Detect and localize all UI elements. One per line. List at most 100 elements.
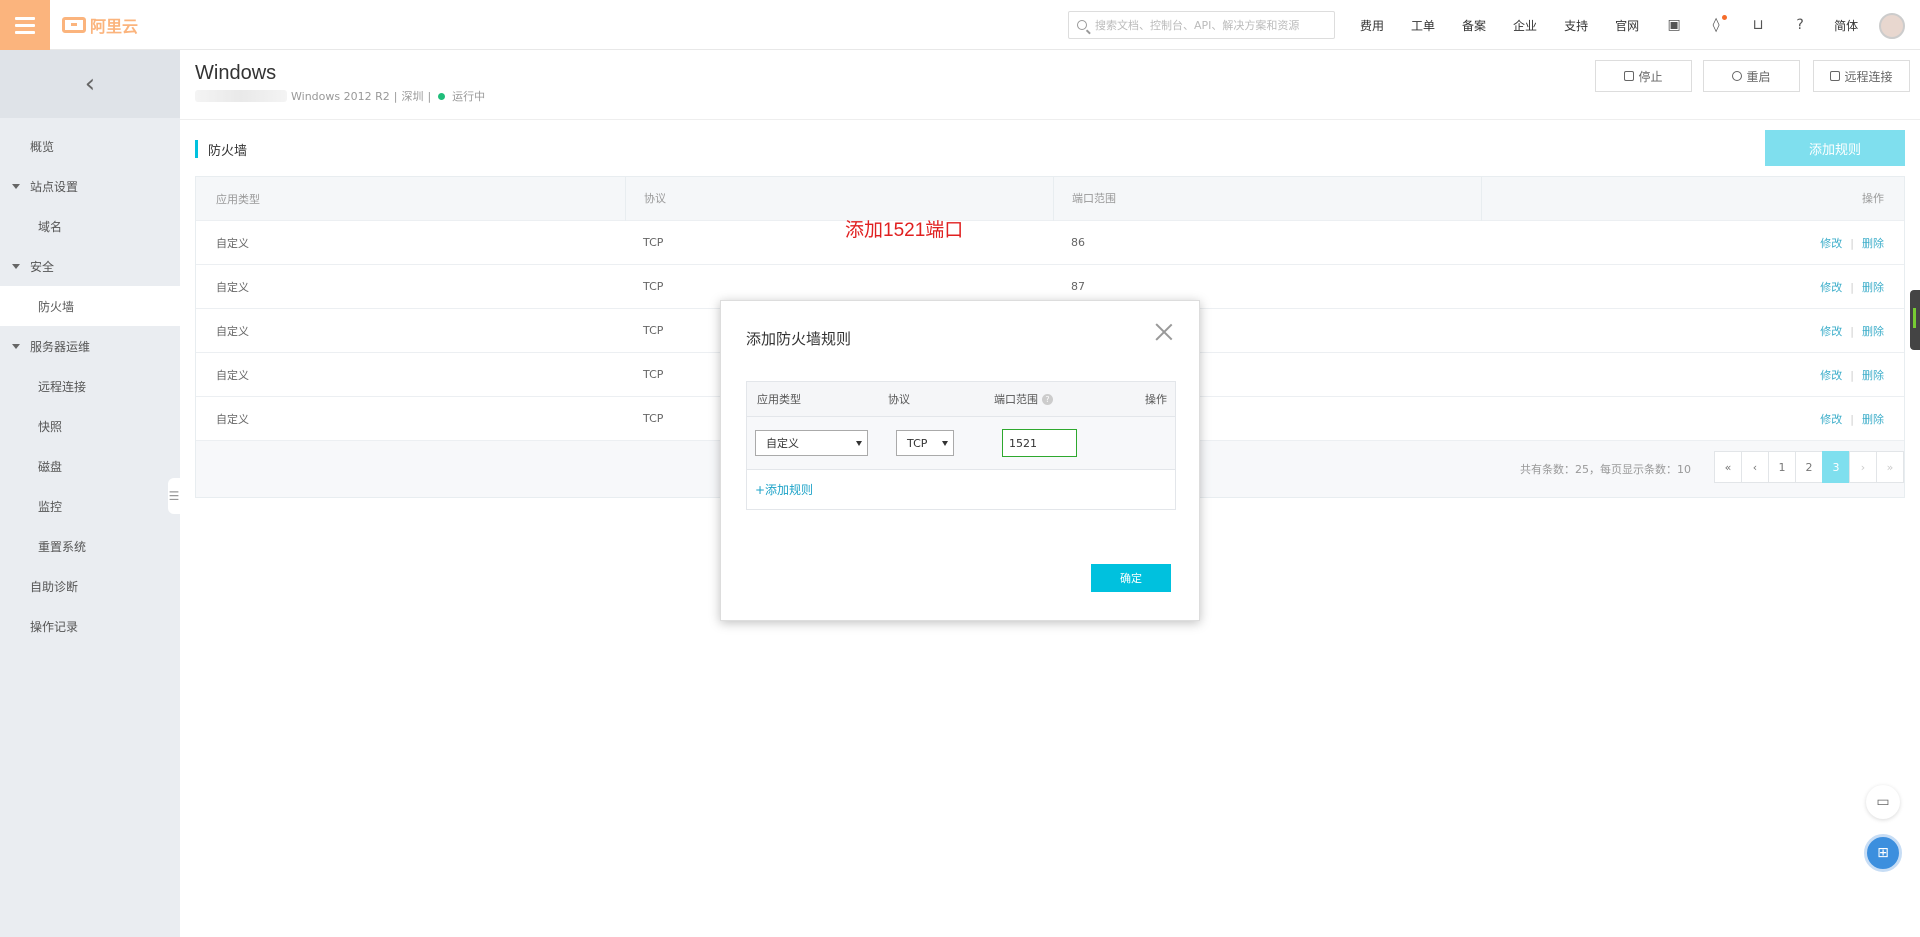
nav-tickets[interactable]: 工单 — [1411, 17, 1435, 34]
caret-down-icon — [12, 343, 20, 349]
help-icon[interactable]: ? — [1792, 17, 1808, 33]
add-firewall-rule-dialog: 添加防火墙规则 应用类型 协议 端口范围? 操作 自定义 TCP 1521 +添… — [720, 300, 1200, 621]
sidebar-group-security[interactable]: 安全 — [0, 246, 180, 286]
sidebar-item-self-diagnosis[interactable]: 自助诊断 — [0, 566, 180, 606]
dialog-table-header: 应用类型 协议 端口范围? 操作 — [747, 382, 1175, 416]
cell-app: 自定义 — [216, 412, 249, 426]
aliyun-logo[interactable]: 阿里云 — [62, 13, 138, 37]
hamburger-menu-button[interactable] — [0, 0, 50, 50]
add-rule-row-link[interactable]: +添加规则 — [747, 469, 1175, 509]
sidebar-item-overview[interactable]: 概览 — [0, 126, 180, 166]
sidebar-collapse-button[interactable]: ‹ — [0, 50, 180, 118]
protocol-value: TCP — [907, 436, 928, 450]
language-switch[interactable]: 简体 — [1834, 17, 1858, 34]
aliyun-logo-icon — [62, 17, 86, 33]
stop-label: 停止 — [1638, 69, 1663, 84]
sidebar-item-disk[interactable]: 磁盘 — [0, 446, 180, 486]
delete-link[interactable]: 删除 — [1862, 413, 1884, 426]
chevron-left-icon: ‹ — [84, 69, 96, 99]
edit-link[interactable]: 修改 — [1820, 369, 1842, 382]
apps-grid-icon[interactable]: ⊞ — [1864, 834, 1902, 872]
col-actions: 操作 — [1481, 176, 1904, 221]
cart-icon[interactable]: ⊔ — [1750, 17, 1766, 33]
action-separator: | — [1850, 412, 1854, 426]
delete-link[interactable]: 删除 — [1862, 237, 1884, 250]
page-next[interactable]: › — [1849, 451, 1877, 483]
global-search-input[interactable]: 搜索文档、控制台、API、解决方案和资源 — [1068, 11, 1335, 39]
delete-link[interactable]: 删除 — [1862, 325, 1884, 338]
stop-button[interactable]: 停止 — [1595, 60, 1692, 92]
edit-link[interactable]: 修改 — [1820, 237, 1842, 250]
app-type-value: 自定义 — [766, 437, 799, 450]
cell-actions: 修改 | 删除 — [1481, 411, 1904, 427]
sidebar-item-domain[interactable]: 域名 — [0, 206, 180, 246]
terminal-icon[interactable]: ▣ — [1666, 17, 1682, 33]
sidebar-item-remote-connect[interactable]: 远程连接 — [0, 366, 180, 406]
edit-link[interactable]: 修改 — [1820, 325, 1842, 338]
power-icon — [1732, 71, 1743, 81]
add-rule-button[interactable]: 添加规则 — [1765, 130, 1905, 166]
remote-connect-button[interactable]: 远程连接 — [1813, 60, 1910, 92]
page-1[interactable]: 1 — [1768, 451, 1796, 483]
stop-icon — [1624, 71, 1635, 81]
dlg-col-port-range: 端口范围? — [994, 391, 1114, 407]
sidebar-item-label: 磁盘 — [38, 459, 63, 474]
page-2[interactable]: 2 — [1795, 451, 1823, 483]
action-separator: | — [1850, 324, 1854, 338]
side-widget-tab[interactable] — [1910, 290, 1920, 350]
page-prev[interactable]: ‹ — [1741, 451, 1769, 483]
restart-button[interactable]: 重启 — [1703, 60, 1800, 92]
edit-link[interactable]: 修改 — [1820, 413, 1842, 426]
protocol-select[interactable]: TCP — [896, 430, 954, 456]
app-type-select[interactable]: 自定义 — [755, 430, 868, 456]
nav-billing[interactable]: 费用 — [1360, 17, 1384, 34]
sidebar-item-label: 重置系统 — [38, 539, 87, 554]
dlg-col-app-type: 应用类型 — [757, 393, 801, 406]
port-range-input[interactable]: 1521 — [1002, 429, 1077, 457]
instance-meta: Windows 2012 R2 | 深圳 | 运行中 — [195, 88, 485, 104]
page-3-current[interactable]: 3 — [1822, 451, 1850, 483]
question-icon[interactable]: ? — [1042, 393, 1053, 405]
confirm-button[interactable]: 确定 — [1091, 564, 1171, 592]
chat-icon[interactable]: ▭ — [1866, 785, 1900, 819]
pagination-info: 共有条数：25，每页显示条数：10 — [1520, 463, 1691, 476]
cell-app: 自定义 — [216, 280, 249, 294]
pagination: « ‹ 1 2 3 › » — [1714, 451, 1904, 483]
sidebar-item-reset-system[interactable]: 重置系统 — [0, 526, 180, 566]
notification-dot — [1722, 15, 1728, 20]
sidebar-group-site-settings[interactable]: 站点设置 — [0, 166, 180, 206]
sidebar-group-server-ops[interactable]: 服务器运维 — [0, 326, 180, 366]
dialog-rule-table: 应用类型 协议 端口范围? 操作 自定义 TCP 1521 +添加规则 — [746, 381, 1176, 510]
nav-official-site[interactable]: 官网 — [1615, 17, 1639, 34]
section-title: 防火墙 — [195, 140, 1905, 159]
top-nav-links: 费用 工单 备案 企业 支持 官网 ▣ ◊ ⊔ ? 简体 — [1360, 0, 1885, 50]
delete-link[interactable]: 删除 — [1862, 281, 1884, 294]
action-separator: | — [1850, 236, 1854, 250]
edit-link[interactable]: 修改 — [1820, 281, 1842, 294]
instance-status: 运行中 — [452, 90, 486, 103]
nav-enterprise[interactable]: 企业 — [1513, 17, 1537, 34]
sidebar-item-snapshot[interactable]: 快照 — [0, 406, 180, 446]
nav-support[interactable]: 支持 — [1564, 17, 1588, 34]
col-app-type: 应用类型 — [216, 192, 260, 206]
sidebar-item-monitor[interactable]: 监控 — [0, 486, 180, 526]
sidebar-item-firewall[interactable]: 防火墙 — [0, 286, 180, 326]
monitor-icon — [1830, 71, 1841, 81]
instance-os: Windows 2012 R2 — [291, 89, 390, 103]
search-placeholder: 搜索文档、控制台、API、解决方案和资源 — [1095, 19, 1300, 32]
delete-link[interactable]: 删除 — [1862, 369, 1884, 382]
sidebar-item-label: 概览 — [30, 139, 55, 154]
nav-icp[interactable]: 备案 — [1462, 17, 1486, 34]
cell-port: 86 — [1071, 236, 1085, 249]
dialog-rule-row: 自定义 TCP 1521 — [747, 416, 1175, 469]
bell-icon[interactable]: ◊ — [1708, 15, 1728, 33]
cell-app: 自定义 — [216, 368, 249, 382]
caret-down-icon — [12, 263, 20, 269]
user-avatar[interactable] — [1879, 13, 1905, 39]
sidebar-item-operation-log[interactable]: 操作记录 — [0, 606, 180, 646]
page-last[interactable]: » — [1876, 451, 1904, 483]
sidebar-resize-handle[interactable]: ☰ — [168, 478, 180, 514]
page-first[interactable]: « — [1714, 451, 1742, 483]
close-icon[interactable] — [1155, 323, 1173, 341]
table-header: 应用类型 协议 端口范围 操作 — [196, 176, 1904, 221]
